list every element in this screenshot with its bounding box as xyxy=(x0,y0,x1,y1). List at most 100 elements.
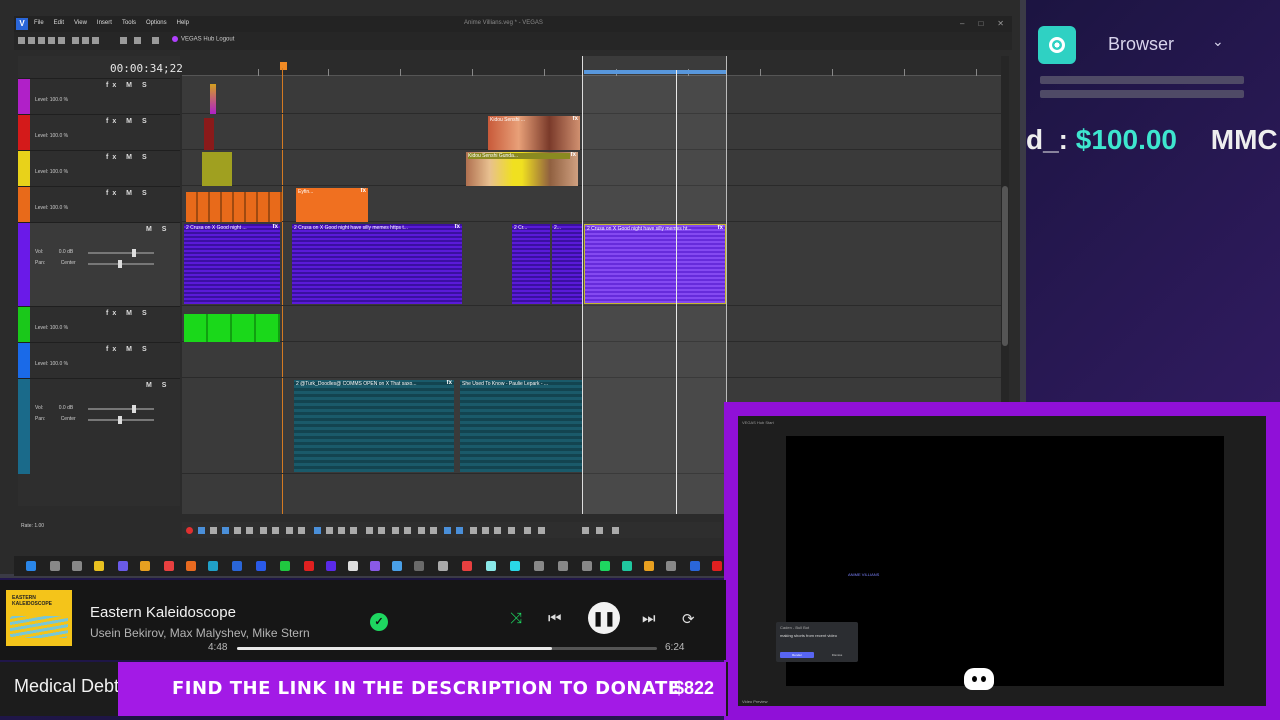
audio-clip-crusa-1[interactable]: 2 Crusa on X Good night ... fx xyxy=(184,224,280,304)
volume-slider[interactable] xyxy=(88,405,154,413)
fx-icon[interactable]: fx xyxy=(573,116,578,122)
video-clip[interactable] xyxy=(202,152,232,186)
track-level[interactable]: Level: 100.0 % xyxy=(35,169,68,175)
video-track-header-2[interactable]: Level: 100.0 % fx M S xyxy=(18,114,180,150)
video-clip[interactable] xyxy=(210,84,216,114)
audio-clip-crusa-2[interactable]: 2 Crusa on X Good night have silly memes… xyxy=(292,224,462,304)
video-clip[interactable] xyxy=(204,118,214,150)
next-track-icon[interactable]: ⏭ xyxy=(642,610,656,627)
envelope-tool[interactable] xyxy=(326,527,333,534)
slider-knob[interactable] xyxy=(132,405,136,413)
dialog-secondary-button[interactable]: Dismiss xyxy=(820,652,854,658)
pan-slider[interactable] xyxy=(88,260,154,268)
photoshop-icon[interactable] xyxy=(256,561,266,571)
slider-knob[interactable] xyxy=(118,260,122,268)
video-track-header-1[interactable]: Level: 100.0 % fx M S xyxy=(18,78,180,114)
track-level[interactable]: Level: 100.0 % xyxy=(35,133,68,139)
track-controls[interactable]: fx M S xyxy=(106,346,151,353)
settings-icon[interactable] xyxy=(152,37,159,44)
repeat-icon[interactable]: ⟳ xyxy=(682,610,695,628)
normal-edit-tool[interactable] xyxy=(314,527,321,534)
redo-icon[interactable] xyxy=(134,37,141,44)
close-icon[interactable]: ✕ xyxy=(997,19,1004,28)
app-icon[interactable] xyxy=(118,561,128,571)
edge-icon[interactable] xyxy=(208,561,218,571)
snap-button[interactable] xyxy=(444,527,451,534)
snapshot-button[interactable] xyxy=(508,527,515,534)
open-icon[interactable] xyxy=(28,37,35,44)
chevron-down-icon[interactable]: ⌄ xyxy=(1212,33,1224,50)
firefox-icon[interactable] xyxy=(186,561,196,571)
trim-button[interactable] xyxy=(378,527,385,534)
menu-edit[interactable]: Edit xyxy=(54,20,64,26)
track-controls[interactable]: fx M S xyxy=(106,154,151,161)
track-level[interactable]: Level: 100.0 % xyxy=(35,205,68,211)
app-icon[interactable] xyxy=(414,561,424,571)
selection-tool[interactable] xyxy=(338,527,345,534)
search-icon[interactable] xyxy=(50,561,60,571)
spotify-icon[interactable] xyxy=(600,561,610,571)
fx-icon[interactable]: fx xyxy=(273,224,278,230)
app-icon[interactable] xyxy=(164,561,174,571)
video-clip-green[interactable] xyxy=(184,314,280,342)
auto-ripple-button[interactable] xyxy=(456,527,463,534)
stop-button[interactable] xyxy=(246,527,253,534)
auto-crossfade-button[interactable] xyxy=(494,527,501,534)
audio-clip-she-used[interactable]: She Used To Know - Paulie Lepark - ... xyxy=(460,380,582,472)
liked-check-icon[interactable]: ✓ xyxy=(370,613,388,631)
audio-track-header-2[interactable]: M S Vol: 0.0 dB Pan: Center xyxy=(18,378,180,474)
delete-button[interactable] xyxy=(366,527,373,534)
track-controls[interactable]: M S xyxy=(146,226,170,233)
app-icon[interactable] xyxy=(438,561,448,571)
app-icon[interactable] xyxy=(558,561,568,571)
track-level[interactable]: Level: 100.0 % xyxy=(35,97,68,103)
playhead-cursor[interactable] xyxy=(676,70,677,514)
app-icon[interactable] xyxy=(348,561,358,571)
app-icon[interactable] xyxy=(622,561,632,571)
menu-insert[interactable]: Insert xyxy=(97,20,112,26)
pan-slider[interactable] xyxy=(88,416,154,424)
video-clip-eyfin[interactable]: Eyfin... fx xyxy=(296,188,368,222)
after-effects-icon[interactable] xyxy=(326,561,336,571)
split-screen-button[interactable] xyxy=(538,527,545,534)
vegas-icon[interactable] xyxy=(232,561,242,571)
track-controls[interactable]: fx M S xyxy=(106,118,151,125)
ignore-grouping-button[interactable] xyxy=(470,527,477,534)
app-icon[interactable] xyxy=(304,561,314,571)
fx-icon[interactable]: fx xyxy=(447,380,452,386)
slider-knob[interactable] xyxy=(132,249,136,257)
audio-clip-crusa-3[interactable]: 2 Cr... xyxy=(512,224,550,304)
pause-icon[interactable]: ❚❚ xyxy=(588,602,620,634)
vegas-hub-link[interactable]: VEGAS Hub Logout xyxy=(172,36,234,43)
paste-icon[interactable] xyxy=(92,37,99,44)
audio-track-header-1[interactable]: M S Vol: 0.0 dB Pan: Center xyxy=(18,222,180,306)
save-icon[interactable] xyxy=(38,37,45,44)
minimize-icon[interactable]: – xyxy=(960,19,964,28)
marker-button[interactable] xyxy=(418,527,425,534)
app-icon[interactable] xyxy=(534,561,544,571)
video-track-header-4[interactable]: Level: 100.0 % fx M S xyxy=(18,186,180,222)
selection-region[interactable] xyxy=(582,56,727,514)
menu-options[interactable]: Options xyxy=(146,20,167,26)
preview-button[interactable] xyxy=(612,527,619,534)
maximize-icon[interactable]: □ xyxy=(978,19,983,28)
go-to-start-button[interactable] xyxy=(260,527,267,534)
cut-icon[interactable] xyxy=(72,37,79,44)
app-icon[interactable] xyxy=(280,561,290,571)
track-controls[interactable]: fx M S xyxy=(106,82,151,89)
prev-frame-button[interactable] xyxy=(286,527,293,534)
copy-snapshot-button[interactable] xyxy=(524,527,531,534)
audio-clip-turk[interactable]: 2 @Turk_Doodles@ COMMS OPEN on X That sa… xyxy=(294,380,454,472)
play-from-start-button[interactable] xyxy=(210,527,217,534)
app-icon[interactable] xyxy=(582,561,592,571)
scroll-thumb[interactable] xyxy=(1002,186,1008,346)
volume-slider[interactable] xyxy=(88,249,154,257)
app-icon[interactable] xyxy=(712,561,722,571)
task-view-icon[interactable] xyxy=(72,561,82,571)
properties-icon[interactable] xyxy=(58,37,65,44)
zoom-tool[interactable] xyxy=(350,527,357,534)
app-icon[interactable] xyxy=(510,561,520,571)
slider-knob[interactable] xyxy=(118,416,122,424)
pause-button[interactable] xyxy=(234,527,241,534)
app-icon[interactable] xyxy=(392,561,402,571)
